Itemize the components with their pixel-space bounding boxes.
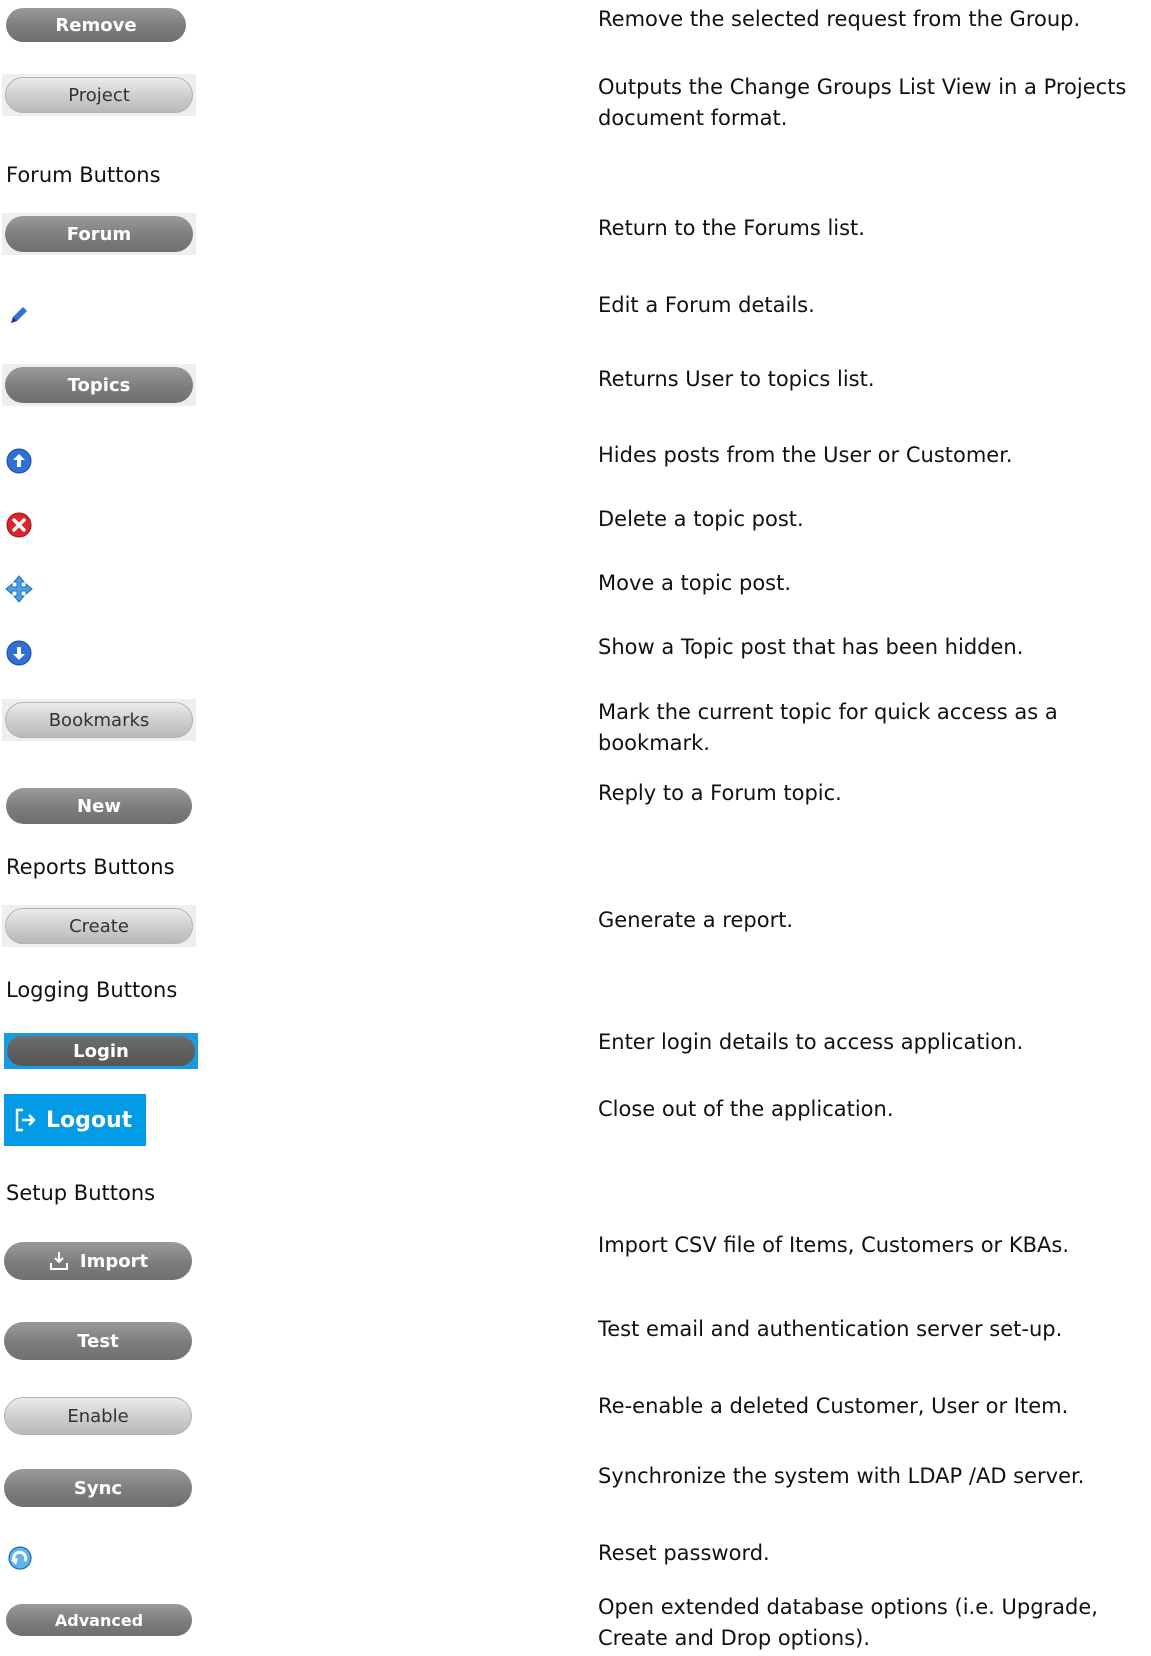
description: Test email and authentication server set… bbox=[598, 1317, 1063, 1341]
description: Returns User to topics list. bbox=[598, 367, 875, 391]
description: Edit a Forum details. bbox=[598, 293, 815, 317]
logout-label: Logout bbox=[46, 1107, 133, 1133]
import-icon bbox=[49, 1252, 68, 1270]
red-x-circle-icon[interactable] bbox=[6, 512, 32, 538]
section-heading-reports: Reports Buttons bbox=[6, 855, 175, 879]
pencil-icon[interactable] bbox=[8, 304, 30, 326]
description: Reply to a Forum topic. bbox=[598, 781, 842, 805]
import-button[interactable]: Import bbox=[4, 1242, 192, 1280]
description: Show a Topic post that has been hidden. bbox=[598, 635, 1024, 659]
description: Synchronize the system with LDAP /AD ser… bbox=[598, 1464, 1085, 1488]
description: Reset password. bbox=[598, 1541, 770, 1565]
description: Mark the current topic for quick access … bbox=[598, 700, 1058, 755]
description: Outputs the Change Groups List View in a… bbox=[598, 75, 1127, 130]
advanced-button[interactable]: Advanced bbox=[6, 1604, 192, 1636]
topics-button[interactable]: Topics bbox=[5, 367, 193, 403]
bookmarks-button[interactable]: Bookmarks bbox=[5, 702, 193, 738]
reset-password-icon[interactable] bbox=[6, 1544, 34, 1572]
description: Re-enable a deleted Customer, User or It… bbox=[598, 1394, 1069, 1418]
description: Import CSV file of Items, Customers or K… bbox=[598, 1233, 1070, 1257]
test-button[interactable]: Test bbox=[4, 1322, 192, 1360]
logout-icon bbox=[15, 1108, 36, 1132]
logout-button[interactable]: Logout bbox=[4, 1094, 146, 1146]
project-button[interactable]: Project bbox=[5, 77, 193, 113]
create-button[interactable]: Create bbox=[5, 908, 193, 944]
section-heading-logging: Logging Buttons bbox=[6, 978, 178, 1002]
description: Delete a topic post. bbox=[598, 507, 804, 531]
description: Remove the selected request from the Gro… bbox=[598, 7, 1081, 31]
forum-button[interactable]: Forum bbox=[5, 216, 193, 252]
description: Close out of the application. bbox=[598, 1097, 894, 1121]
section-heading-setup: Setup Buttons bbox=[6, 1181, 156, 1205]
description: Enter login details to access applicatio… bbox=[598, 1030, 1024, 1054]
up-arrow-circle-icon[interactable] bbox=[6, 448, 32, 474]
remove-button[interactable]: Remove bbox=[6, 8, 186, 42]
enable-button[interactable]: Enable bbox=[4, 1397, 192, 1435]
move-arrows-icon[interactable] bbox=[4, 574, 34, 604]
description: Move a topic post. bbox=[598, 571, 792, 595]
import-label: Import bbox=[79, 1250, 149, 1272]
login-button[interactable]: Login bbox=[7, 1036, 195, 1066]
button-reference-page: Remove Remove the selected request from … bbox=[0, 0, 1151, 1656]
description: Open extended database options (i.e. Upg… bbox=[598, 1595, 1098, 1650]
description: Hides posts from the User or Customer. bbox=[598, 443, 1013, 467]
down-arrow-circle-icon[interactable] bbox=[6, 640, 32, 666]
new-button[interactable]: New bbox=[6, 788, 192, 824]
section-heading-forum: Forum Buttons bbox=[6, 163, 161, 187]
description: Generate a report. bbox=[598, 908, 794, 932]
description: Return to the Forums list. bbox=[598, 216, 865, 240]
sync-button[interactable]: Sync bbox=[4, 1469, 192, 1507]
